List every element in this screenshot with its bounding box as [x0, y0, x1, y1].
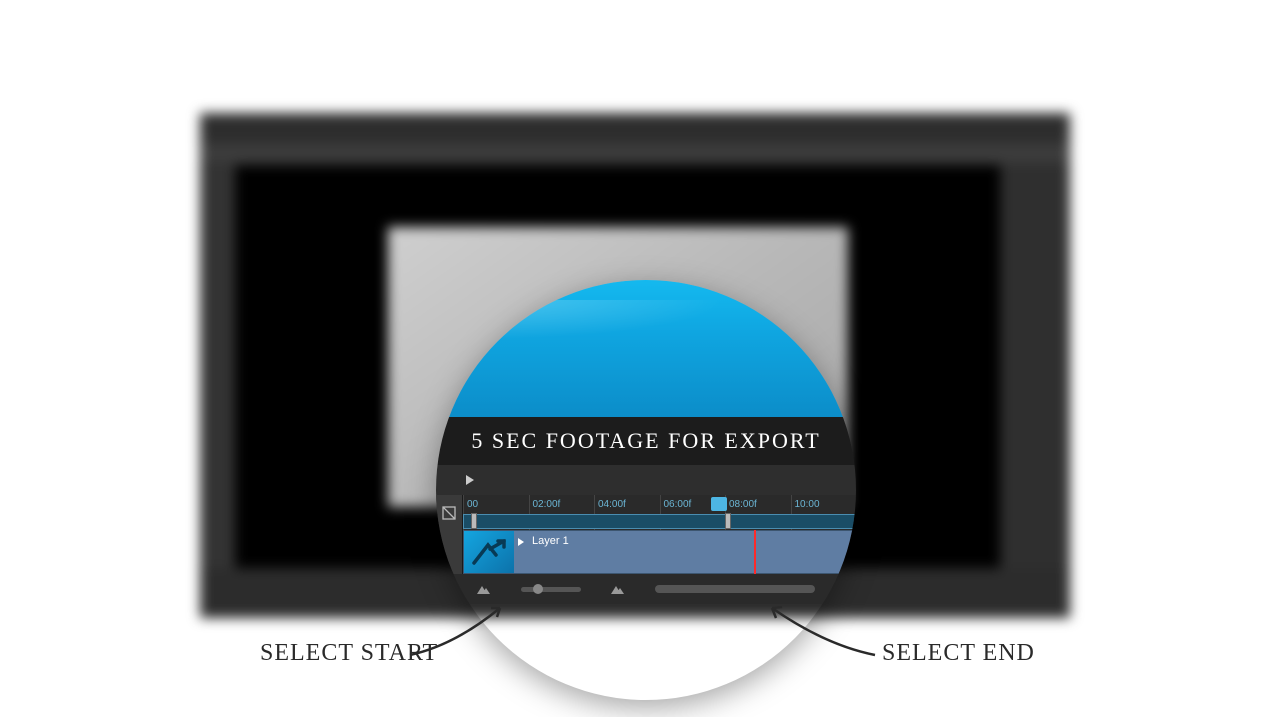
- timeline-zoom-bar: [436, 574, 856, 604]
- timeline-settings-icon[interactable]: [436, 495, 463, 530]
- play-icon[interactable]: [466, 475, 474, 485]
- magnified-timeline-lens: 5 SEC FOOTAGE FOR EXPORT 00 02:00f 04:00…: [436, 280, 856, 700]
- work-area-start-handle[interactable]: [471, 513, 477, 529]
- zoom-in-icon[interactable]: [611, 584, 625, 594]
- zoom-slider[interactable]: [521, 587, 581, 592]
- work-area-end-handle[interactable]: [725, 513, 731, 529]
- playhead-indicator[interactable]: [711, 497, 727, 511]
- expand-triangle-icon[interactable]: [518, 538, 524, 546]
- water-footage-preview: [436, 280, 856, 417]
- timeline-ruler[interactable]: 00 02:00f 04:00f 06:00f 08:00f 10:00: [436, 495, 856, 530]
- zoom-out-icon[interactable]: [477, 584, 491, 594]
- current-time-indicator[interactable]: [754, 530, 756, 574]
- clip-thumbnail: [464, 531, 514, 573]
- select-end-label: SELECT END: [882, 640, 1035, 667]
- track-toggle-icon[interactable]: [436, 530, 463, 574]
- annotation-banner: 5 SEC FOOTAGE FOR EXPORT: [436, 417, 856, 465]
- timeline-scrollbar[interactable]: [655, 585, 815, 593]
- layer-clip[interactable]: Layer 1: [463, 530, 856, 574]
- select-start-label: SELECT START: [260, 640, 438, 667]
- layer-name: Layer 1: [526, 531, 575, 551]
- work-area-bar[interactable]: [463, 514, 856, 529]
- timeline-controls: [436, 465, 856, 495]
- timeline-track: Layer 1: [436, 530, 856, 574]
